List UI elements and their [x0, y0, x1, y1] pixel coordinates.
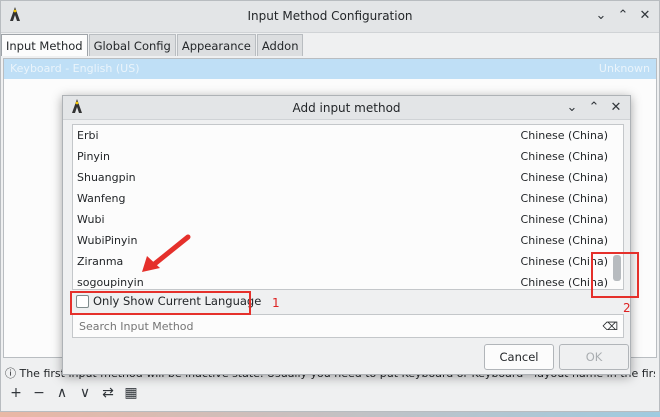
keyboard-icon[interactable]: ▦: [124, 385, 138, 401]
item-language: Chinese (China): [520, 171, 608, 184]
annotation-label: 2: [623, 301, 631, 315]
swap-icon[interactable]: ⇄: [101, 385, 115, 401]
item-language: Chinese (China): [520, 213, 608, 226]
item-language: Chinese (China): [520, 129, 608, 142]
list-item[interactable]: sogoupinyin Chinese (China): [73, 272, 623, 289]
annotation-box-checkbox: [70, 291, 251, 315]
item-name: Shuangpin: [77, 171, 136, 184]
clear-icon[interactable]: ⌫: [602, 320, 618, 333]
dialog-titlebar: Add input method ⌄ ⌃ ✕: [63, 96, 630, 120]
ok-button[interactable]: OK: [559, 344, 629, 370]
close-icon[interactable]: ✕: [637, 8, 653, 24]
minimize-icon[interactable]: ⌄: [564, 100, 580, 116]
item-language: Chinese (China): [520, 234, 608, 247]
list-item[interactable]: Erbi Chinese (China): [73, 125, 623, 146]
dialog-title: Add input method: [292, 101, 401, 115]
close-icon[interactable]: ✕: [608, 100, 624, 116]
bottom-toolbar: + − ∧ ∨ ⇄ ▦: [9, 385, 138, 401]
item-language: Chinese (China): [520, 192, 608, 205]
item-name: Pinyin: [77, 150, 110, 163]
move-down-icon[interactable]: ∨: [78, 385, 92, 401]
item-name: Ziranma: [77, 255, 124, 268]
item-language: Chinese (China): [520, 150, 608, 163]
list-item[interactable]: Keyboard - English (US) Unknown: [4, 59, 656, 79]
remove-icon[interactable]: −: [32, 385, 46, 401]
item-name: WubiPinyin: [77, 234, 138, 247]
minimize-icon[interactable]: ⌄: [593, 8, 609, 24]
annotation-box-scrollbar: [591, 252, 639, 298]
tab-global-config[interactable]: Global Config: [88, 34, 176, 56]
list-item[interactable]: Pinyin Chinese (China): [73, 146, 623, 167]
main-titlebar: Input Method Configuration ⌄ ⌃ ✕: [1, 1, 659, 33]
move-up-icon[interactable]: ∧: [55, 385, 69, 401]
maximize-icon[interactable]: ⌃: [615, 8, 631, 24]
search-input[interactable]: [73, 315, 573, 337]
item-name: Erbi: [77, 129, 99, 142]
list-item[interactable]: Wanfeng Chinese (China): [73, 188, 623, 209]
main-title: Input Method Configuration: [247, 9, 413, 23]
maximize-icon[interactable]: ⌃: [586, 100, 602, 116]
add-icon[interactable]: +: [9, 385, 23, 401]
list-item-name: Keyboard - English (US): [10, 62, 140, 75]
tab-addon[interactable]: Addon: [256, 34, 304, 56]
tab-input-method[interactable]: Input Method: [1, 34, 88, 56]
tab-appearance[interactable]: Appearance: [176, 34, 256, 56]
item-name: sogoupinyin: [77, 276, 144, 289]
tab-bar: Input Method Global Config Appearance Ad…: [1, 34, 304, 56]
item-name: Wubi: [77, 213, 105, 226]
list-item-status: Unknown: [598, 62, 650, 75]
list-item[interactable]: Shuangpin Chinese (China): [73, 167, 623, 188]
annotation-label: 1: [272, 296, 280, 310]
item-name: Wanfeng: [77, 192, 126, 205]
search-box: ⌫: [72, 314, 624, 338]
annotation-arrow-icon: [142, 234, 191, 272]
cancel-button[interactable]: Cancel: [484, 344, 554, 370]
list-item[interactable]: Wubi Chinese (China): [73, 209, 623, 230]
